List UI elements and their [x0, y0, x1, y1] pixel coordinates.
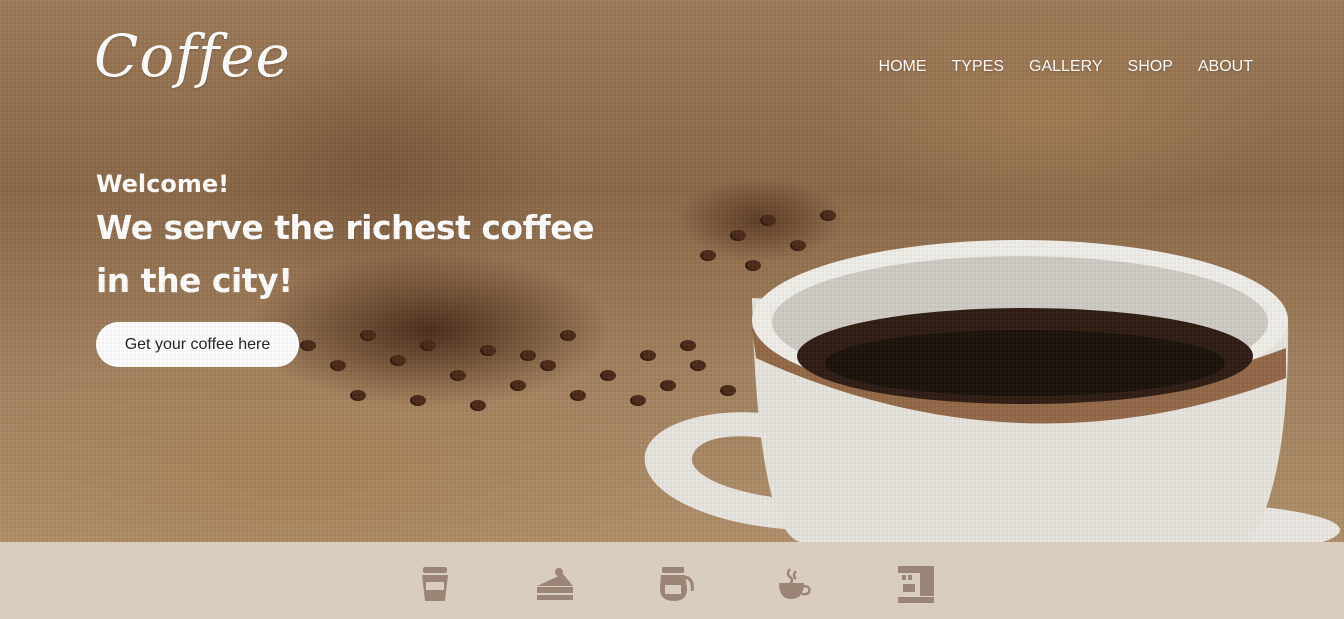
nav-shop[interactable]: SHOP	[1128, 58, 1173, 76]
get-coffee-button[interactable]: Get your coffee here	[96, 322, 299, 367]
hero-headline: We serve the richest coffee in the city!	[96, 208, 595, 300]
hot-cup-icon[interactable]	[772, 562, 816, 606]
nav-types[interactable]: TYPES	[952, 58, 1004, 76]
coffee-pot-icon[interactable]	[653, 562, 697, 606]
icon-bar	[0, 542, 1344, 619]
main-nav: HOME TYPES GALLERY SHOP ABOUT	[879, 58, 1253, 76]
cake-slice-icon[interactable]	[532, 562, 576, 606]
nav-home[interactable]: HOME	[879, 58, 927, 76]
logo[interactable]: Coffee	[94, 22, 291, 90]
nav-gallery[interactable]: GALLERY	[1029, 58, 1103, 76]
nav-about[interactable]: ABOUT	[1198, 58, 1253, 76]
espresso-machine-icon[interactable]	[894, 562, 938, 606]
welcome-text: Welcome!	[96, 170, 230, 198]
coffee-cup-illustration	[644, 240, 1340, 542]
takeaway-cup-icon[interactable]	[413, 562, 457, 606]
hero-section: Coffee HOME TYPES GALLERY SHOP ABOUT Wel…	[0, 0, 1344, 542]
